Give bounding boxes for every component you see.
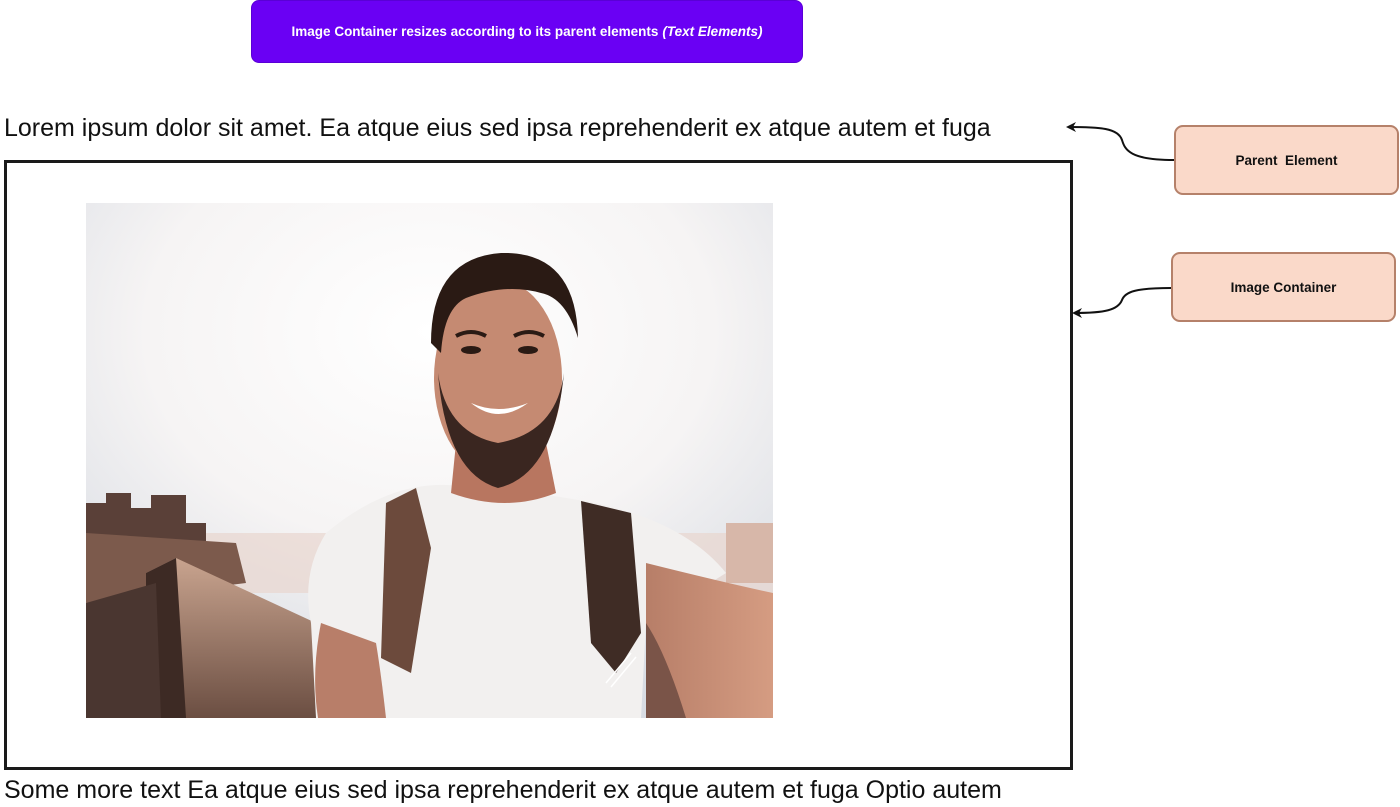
callout-image-container: Image Container: [1171, 252, 1396, 322]
banner-emphasis: (Text Elements): [662, 24, 763, 39]
title-banner: Image Container resizes according to its…: [251, 0, 803, 63]
selfie-photo: [86, 203, 773, 718]
parent-text-bottom: Some more text Ea atque eius sed ipsa re…: [4, 776, 1002, 804]
callout-parent-element: Parent Element: [1174, 125, 1399, 195]
diagram-canvas: Image Container resizes according to its…: [0, 0, 1400, 807]
arrow-to-parent-element: [1066, 122, 1175, 161]
arrow-to-image-container: [1072, 287, 1172, 318]
parent-text-top: Lorem ipsum dolor sit amet. Ea atque eiu…: [4, 114, 991, 142]
banner-text: Image Container resizes according to its…: [291, 24, 659, 39]
